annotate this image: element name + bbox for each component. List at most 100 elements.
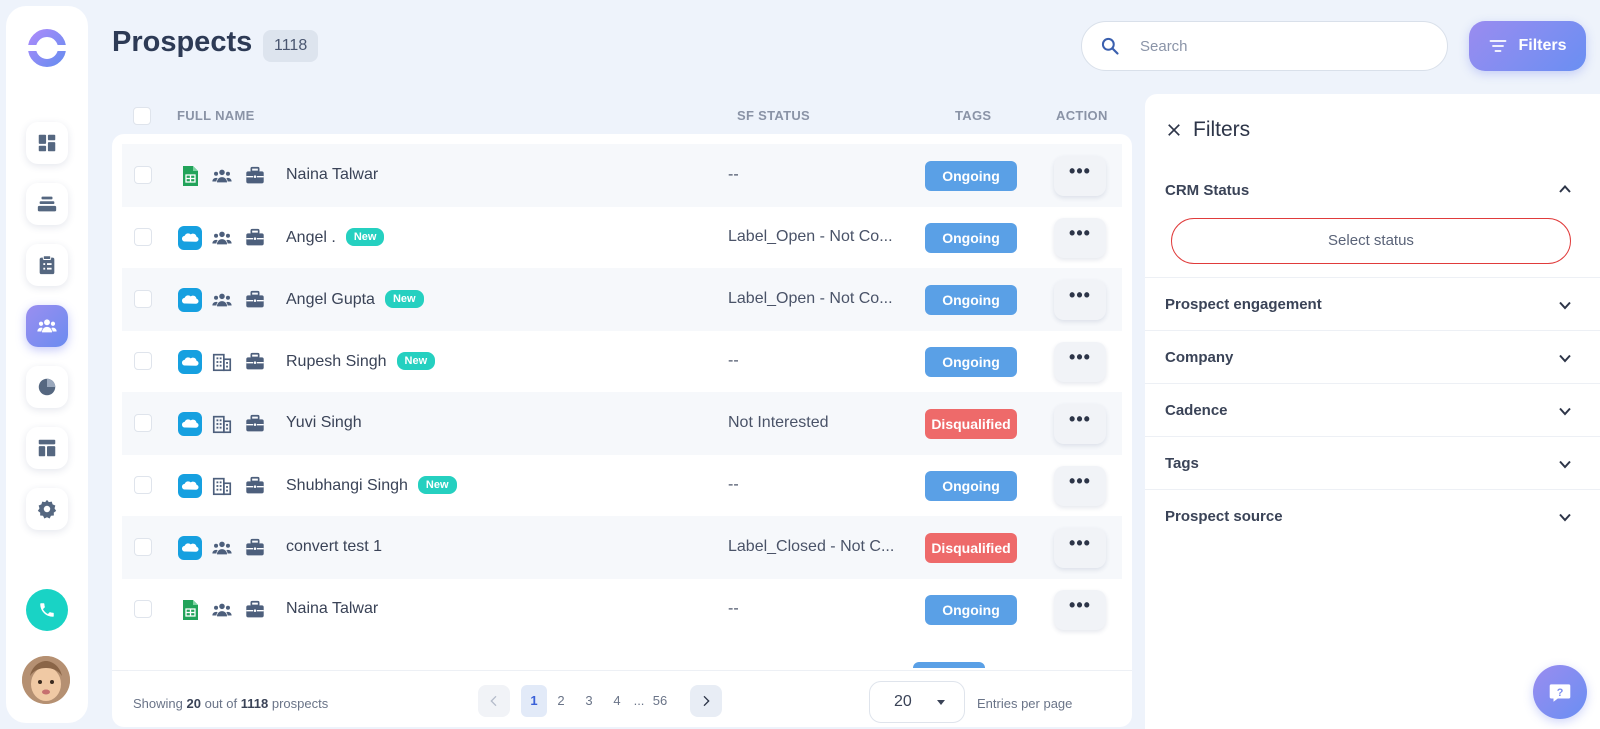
tag-badge[interactable]: Ongoing	[925, 471, 1017, 501]
search-input[interactable]	[1140, 37, 1420, 55]
partial-tag-badge	[913, 662, 985, 668]
prospect-name[interactable]: Yuvi Singh	[286, 414, 362, 432]
team-icon	[212, 231, 232, 245]
filter-section-cadence[interactable]: Cadence	[1145, 384, 1600, 437]
prospect-name-text[interactable]: convert test 1	[286, 538, 382, 555]
row-checkbox[interactable]	[134, 228, 152, 246]
more-actions-button[interactable]: •••	[1054, 218, 1106, 258]
row-checkbox[interactable]	[134, 166, 152, 184]
filter-section-prospect-engagement[interactable]: Prospect engagement	[1145, 278, 1600, 331]
column-full-name[interactable]: FULL NAME	[177, 108, 255, 123]
nav-layers[interactable]	[26, 183, 68, 225]
prospect-name-text[interactable]: Naina Talwar	[286, 600, 378, 617]
entries-per-page-value: 20	[894, 693, 912, 710]
search-box[interactable]	[1081, 21, 1448, 71]
table-row[interactable]: Naina Talwar -- Ongoing •••	[122, 144, 1122, 207]
more-actions-button[interactable]: •••	[1054, 156, 1106, 196]
tag-badge[interactable]: Disqualified	[925, 409, 1017, 439]
crm-status-select[interactable]: Select status	[1171, 218, 1571, 264]
page-2[interactable]: 2	[556, 685, 566, 717]
prospect-name-text[interactable]: Shubhangi Singh	[286, 477, 408, 494]
table-header: FULL NAME SF STATUS TAGS ACTION	[112, 100, 1132, 132]
prospect-name-text[interactable]: Rupesh Singh	[286, 353, 387, 370]
nav-tasks[interactable]	[26, 244, 68, 286]
row-checkbox[interactable]	[134, 352, 152, 370]
google-sheets-icon	[183, 166, 198, 186]
team-icon	[212, 169, 232, 183]
filter-crm-status-label[interactable]: CRM Status	[1165, 182, 1249, 199]
filters-button[interactable]: Filters	[1469, 21, 1586, 71]
table-row[interactable]: Naina Talwar -- Ongoing •••	[122, 578, 1122, 641]
prospect-name[interactable]: Naina Talwar	[286, 166, 378, 184]
table-row[interactable]: Angel . New Label_Open - Not Co... Ongoing •…	[122, 206, 1122, 269]
nav-templates[interactable]	[26, 427, 68, 469]
prospects-table: Naina Talwar -- Ongoing ••• Angel . New Label_…	[112, 134, 1132, 727]
briefcase-icon	[246, 290, 264, 308]
chevron-down-icon	[1559, 513, 1571, 522]
prospect-name-text[interactable]: Naina Talwar	[286, 166, 378, 183]
tag-badge[interactable]: Ongoing	[925, 223, 1017, 253]
phone-button[interactable]	[26, 589, 68, 631]
prospect-name-text[interactable]: Angel .	[286, 229, 336, 246]
more-actions-button[interactable]: •••	[1054, 528, 1106, 568]
page-4[interactable]: 4	[612, 685, 622, 717]
chevron-up-icon[interactable]	[1558, 182, 1572, 196]
nav-reports[interactable]	[26, 366, 68, 408]
table-row[interactable]: Yuvi Singh Not Interested Disqualified •••	[122, 392, 1122, 455]
tag-badge[interactable]: Ongoing	[925, 347, 1017, 377]
filter-section-tags[interactable]: Tags	[1145, 437, 1600, 490]
nav-dashboard[interactable]	[26, 122, 68, 164]
help-chat-button[interactable]: ?	[1533, 665, 1587, 719]
column-sf-status[interactable]: SF STATUS	[737, 108, 810, 123]
row-checkbox[interactable]	[134, 538, 152, 556]
avatar[interactable]	[22, 656, 70, 704]
more-actions-button[interactable]: •••	[1054, 342, 1106, 382]
prospect-name[interactable]: Angel . New	[286, 228, 385, 247]
building-icon	[212, 353, 232, 372]
more-actions-button[interactable]: •••	[1054, 590, 1106, 630]
page-1[interactable]: 1	[521, 685, 547, 717]
filter-section-company[interactable]: Company	[1145, 331, 1600, 384]
prospect-name[interactable]: Shubhangi Singh New	[286, 476, 457, 495]
prospect-name[interactable]: Rupesh Singh New	[286, 352, 436, 371]
row-checkbox[interactable]	[134, 476, 152, 494]
prospect-name-text[interactable]: Angel Gupta	[286, 291, 375, 308]
layers-icon	[37, 196, 57, 212]
prospect-name[interactable]: Naina Talwar	[286, 600, 378, 618]
prospect-name-text[interactable]: Yuvi Singh	[286, 414, 362, 431]
showing-suffix: prospects	[271, 696, 329, 711]
prospect-name[interactable]: convert test 1	[286, 538, 382, 556]
showing-prefix: Showing	[133, 696, 183, 711]
page-3[interactable]: 3	[584, 685, 594, 717]
more-actions-button[interactable]: •••	[1054, 404, 1106, 444]
briefcase-icon	[246, 538, 264, 556]
table-row[interactable]: Shubhangi Singh New -- Ongoing •••	[122, 454, 1122, 517]
briefcase-icon	[246, 600, 264, 618]
app-logo-icon[interactable]	[27, 28, 67, 68]
close-icon[interactable]	[1165, 121, 1183, 139]
row-checkbox[interactable]	[134, 600, 152, 618]
page-last[interactable]: 56	[651, 685, 669, 717]
row-checkbox[interactable]	[134, 290, 152, 308]
column-tags: TAGS	[955, 108, 992, 123]
filter-section-prospect-source[interactable]: Prospect source	[1145, 490, 1600, 543]
more-actions-button[interactable]: •••	[1054, 280, 1106, 320]
row-checkbox[interactable]	[134, 414, 152, 432]
tag-badge[interactable]: Ongoing	[925, 285, 1017, 315]
next-page-button[interactable]	[690, 685, 722, 717]
more-actions-button[interactable]: •••	[1054, 466, 1106, 506]
tag-badge[interactable]: Ongoing	[925, 595, 1017, 625]
tag-badge[interactable]: Disqualified	[925, 533, 1017, 563]
nav-settings[interactable]	[26, 488, 68, 530]
select-all-checkbox[interactable]	[133, 107, 151, 125]
table-row[interactable]: Rupesh Singh New -- Ongoing •••	[122, 330, 1122, 393]
table-row[interactable]: convert test 1 Label_Closed - Not C... Dis…	[122, 516, 1122, 579]
filters-panel-header: Filters	[1165, 118, 1250, 142]
prev-page-button[interactable]	[478, 685, 510, 717]
table-row[interactable]: Angel Gupta New Label_Open - Not Co... Ongo…	[122, 268, 1122, 331]
prospect-name[interactable]: Angel Gupta New	[286, 290, 424, 309]
entries-per-page-select[interactable]: 20	[869, 681, 965, 723]
nav-prospects[interactable]	[26, 305, 68, 347]
tag-badge[interactable]: Ongoing	[925, 161, 1017, 191]
building-icon	[212, 415, 232, 434]
